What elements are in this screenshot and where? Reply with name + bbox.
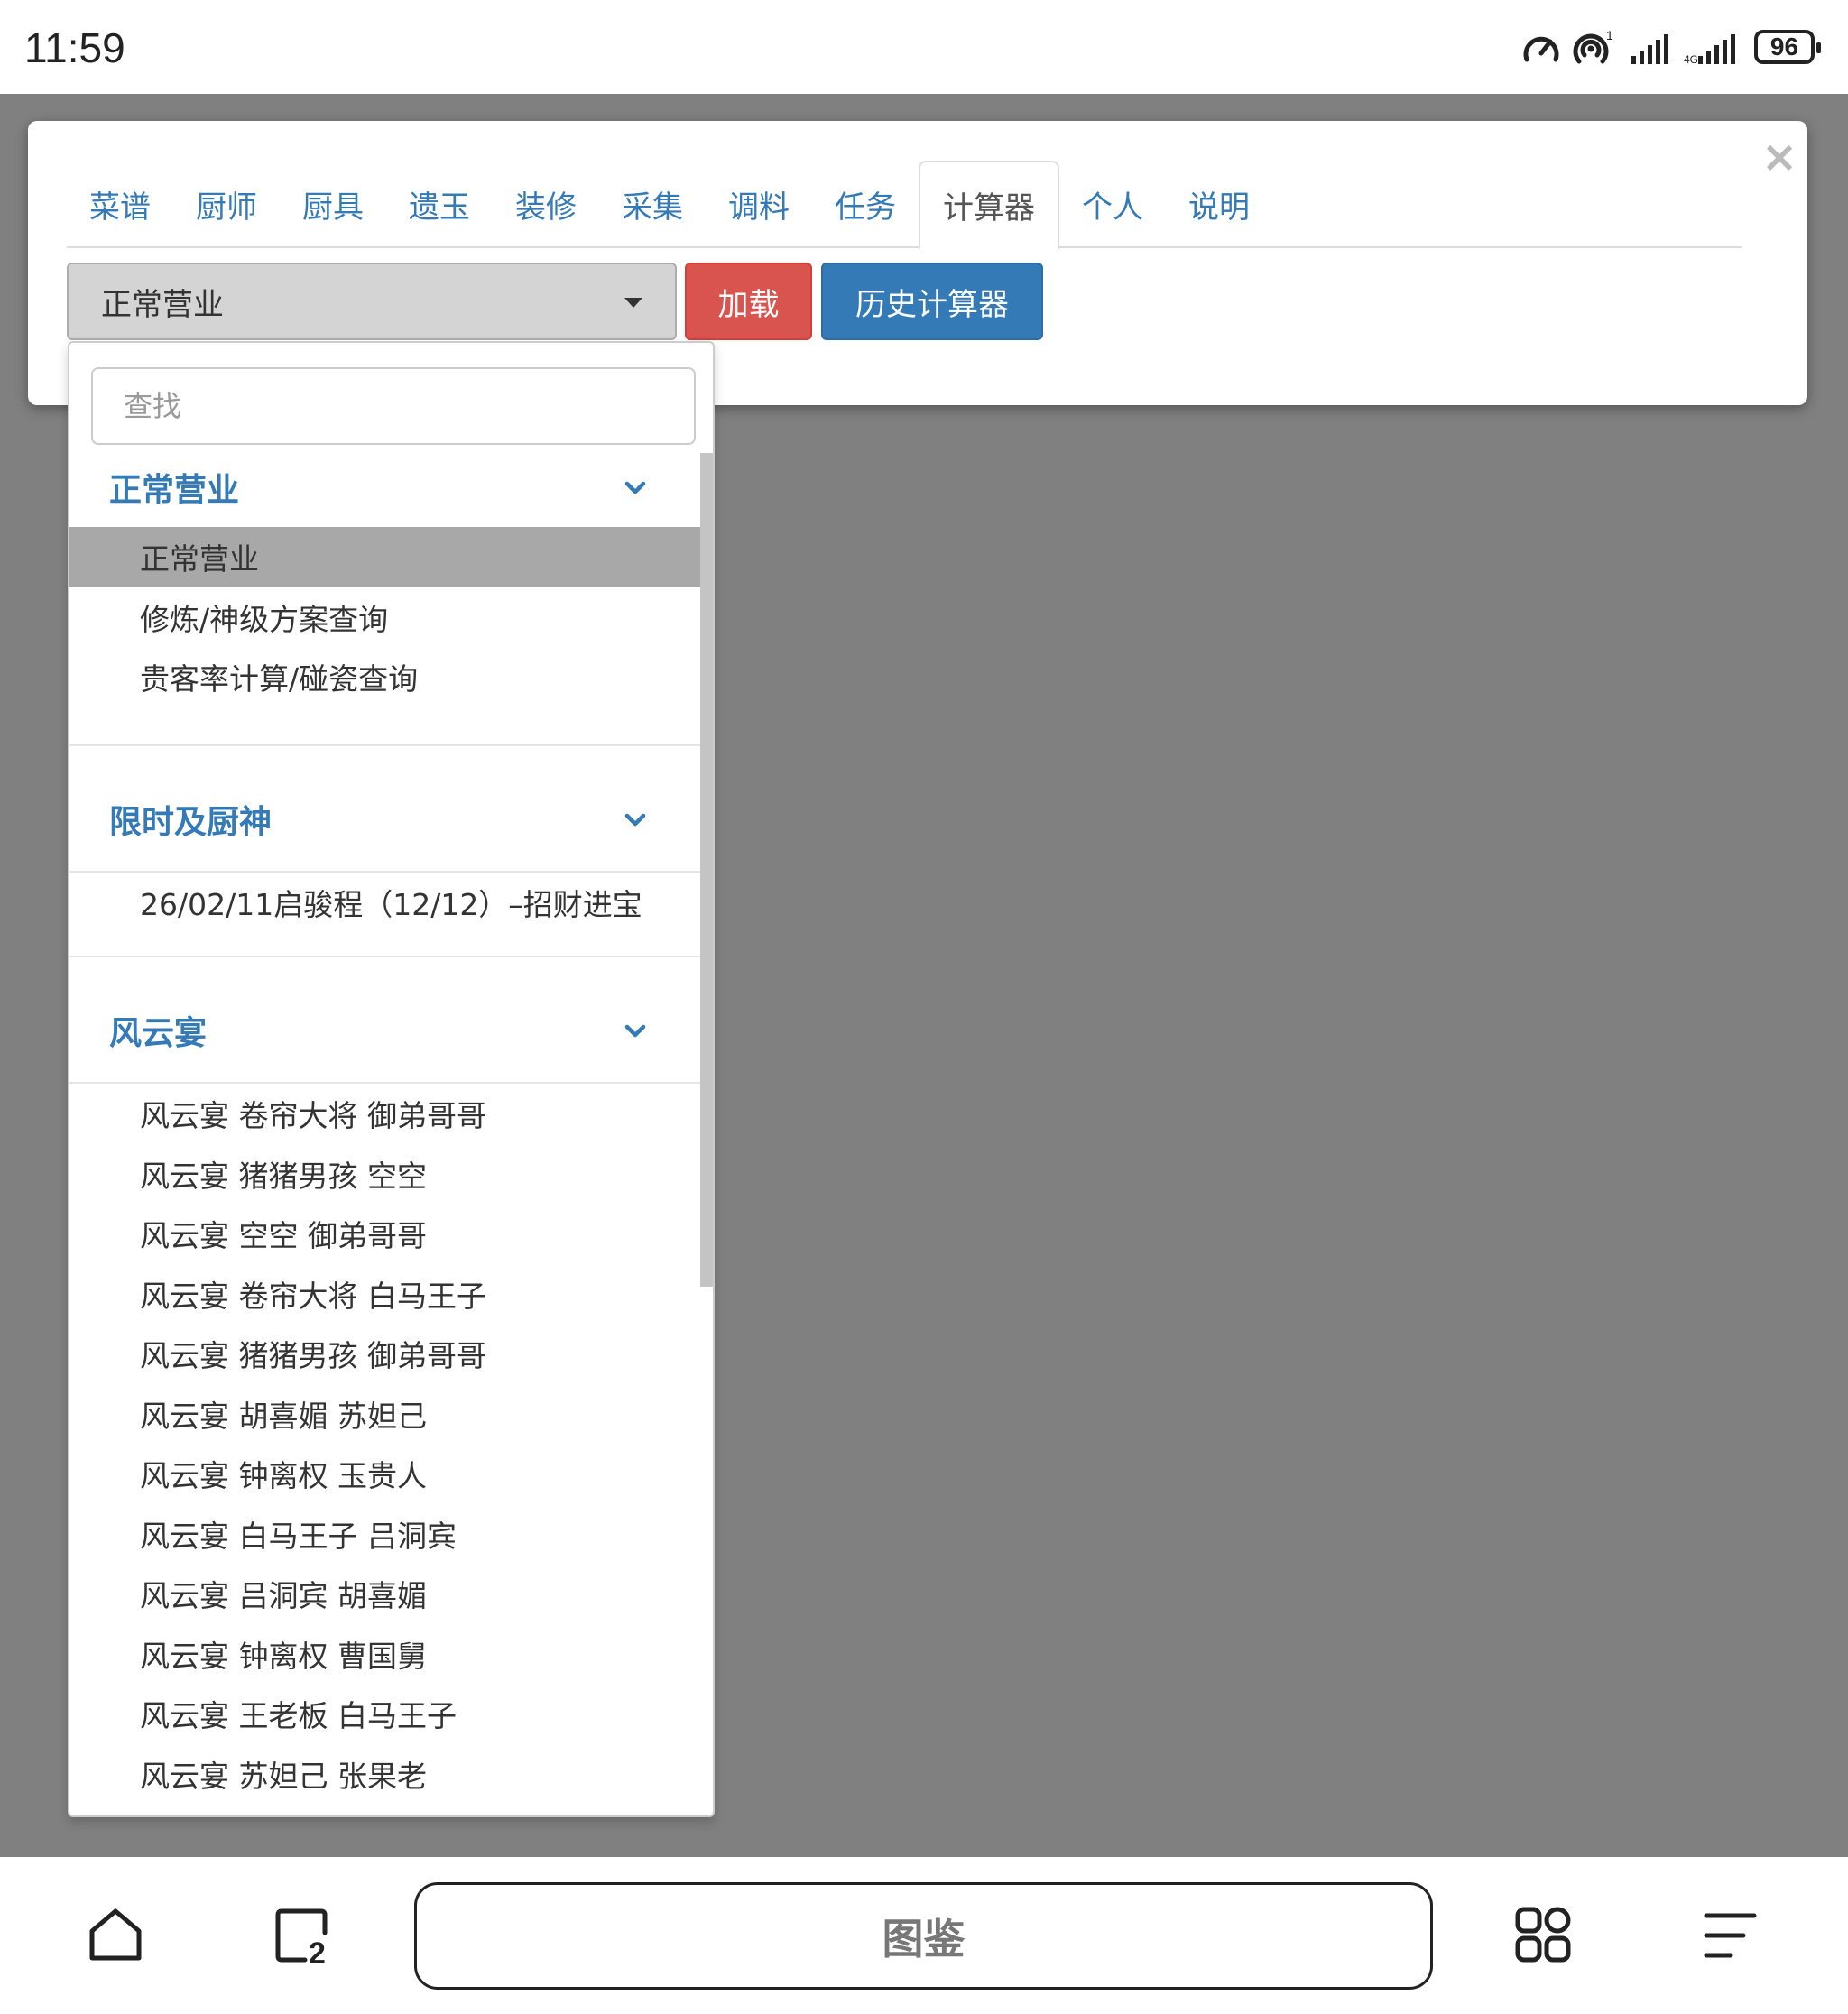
dropdown-option[interactable]: 26/02/11启骏程（12/12）–招财进宝 — [69, 873, 700, 933]
home-icon[interactable] — [87, 1906, 144, 1963]
mode-select[interactable]: 正常营业 — [67, 263, 677, 340]
tab-jade[interactable]: 遗玉 — [386, 161, 493, 248]
dropdown-option[interactable]: 风云宴 空空 御弟哥哥 — [69, 1204, 700, 1264]
dropdown-option[interactable]: 风云宴 猪猪男孩 空空 — [69, 1144, 700, 1205]
tab-calculator[interactable]: 计算器 — [919, 161, 1059, 250]
close-button[interactable]: × — [1761, 135, 1797, 179]
chevron-down-icon — [624, 1024, 646, 1038]
dropdown-option[interactable]: 风云宴 吕洞宾 胡喜媚 — [69, 1564, 700, 1624]
divider — [69, 956, 700, 957]
tabs-icon[interactable]: 2 — [274, 1906, 332, 1965]
tab-gathering[interactable]: 采集 — [599, 161, 706, 248]
dropdown-list: 正常营业 正常营业 修炼/神级方案查询 贵客率计算/碰瓷查询 限时及厨神 26/… — [69, 453, 700, 1804]
mode-dropdown: 正常营业 正常营业 修炼/神级方案查询 贵客率计算/碰瓷查询 限时及厨神 26/… — [68, 341, 715, 1817]
dropdown-option[interactable]: 正常营业 — [69, 527, 700, 587]
group-name: 限时及厨神 — [109, 803, 273, 841]
hotspot-icon: 1 — [1573, 28, 1613, 64]
menu-icon[interactable] — [1704, 1911, 1758, 1960]
tab-tasks[interactable]: 任务 — [812, 161, 919, 248]
tabs-count: 2 — [309, 1936, 326, 1965]
chevron-down-icon — [624, 813, 646, 826]
group-name: 正常营业 — [109, 472, 240, 509]
hotspot-count: 1 — [1606, 28, 1613, 42]
tab-seasoning[interactable]: 调料 — [706, 161, 812, 248]
dropdown-option[interactable]: 风云宴 钟离权 玉贵人 — [69, 1444, 700, 1504]
mode-select-value: 正常营业 — [101, 286, 224, 323]
tab-equipment[interactable]: 厨具 — [280, 161, 386, 248]
dropdown-option[interactable]: 风云宴 卷帘大将 白马王子 — [69, 1264, 700, 1325]
tab-bar: 菜谱 厨师 厨具 遗玉 装修 采集 调料 任务 计算器 个人 说明 — [67, 161, 1742, 250]
dropdown-option[interactable]: 风云宴 猪猪男孩 御弟哥哥 — [69, 1324, 700, 1384]
status-bar: 11:59 1 4G 96 — [0, 0, 1848, 94]
search-input[interactable] — [91, 367, 696, 445]
tab-decoration[interactable]: 装修 — [493, 161, 599, 248]
clock: 11:59 — [24, 24, 125, 71]
dropdown-option[interactable]: 风云宴 苏妲己 张果老 — [69, 1744, 700, 1805]
load-button[interactable]: 加载 — [685, 263, 812, 340]
dropdown-option[interactable]: 修炼/神级方案查询 — [69, 587, 700, 648]
apps-grid-icon[interactable] — [1514, 1906, 1572, 1963]
address-bar[interactable]: 图鉴 — [414, 1882, 1433, 1990]
dropdown-option[interactable]: 风云宴 卷帘大将 御弟哥哥 — [69, 1084, 700, 1144]
svg-text:4G: 4G — [1684, 53, 1698, 65]
group-name: 风云宴 — [109, 1015, 208, 1052]
tab-help[interactable]: 说明 — [1166, 161, 1272, 248]
tab-recipes[interactable]: 菜谱 — [67, 161, 173, 248]
chevron-down-icon — [624, 481, 646, 494]
battery-indicator: 96 — [1754, 30, 1821, 64]
signal-icon-1 — [1631, 34, 1668, 64]
dropdown-scrollbar[interactable] — [700, 453, 713, 1287]
dropdown-option[interactable]: 风云宴 王老板 白马王子 — [69, 1684, 700, 1744]
dropdown-option[interactable]: 风云宴 胡喜媚 苏妲己 — [69, 1384, 700, 1445]
dropdown-option[interactable]: 贵客率计算/碰瓷查询 — [69, 647, 700, 707]
tab-personal[interactable]: 个人 — [1059, 161, 1166, 248]
divider — [69, 744, 700, 746]
group-header[interactable]: 限时及厨神 — [69, 790, 700, 849]
caret-down-icon — [624, 298, 642, 308]
dropdown-option[interactable]: 风云宴 白马王子 吕洞宾 — [69, 1504, 700, 1565]
signal-icon-2: 4G — [1684, 34, 1735, 65]
history-calculator-button[interactable]: 历史计算器 — [821, 263, 1043, 340]
group-header[interactable]: 风云宴 — [69, 1001, 700, 1060]
dropdown-option[interactable]: 风云宴 钟离权 曹国舅 — [69, 1624, 700, 1685]
group-header[interactable]: 正常营业 — [69, 457, 700, 517]
tab-chefs[interactable]: 厨师 — [173, 161, 280, 248]
speedometer-icon — [1523, 36, 1559, 62]
